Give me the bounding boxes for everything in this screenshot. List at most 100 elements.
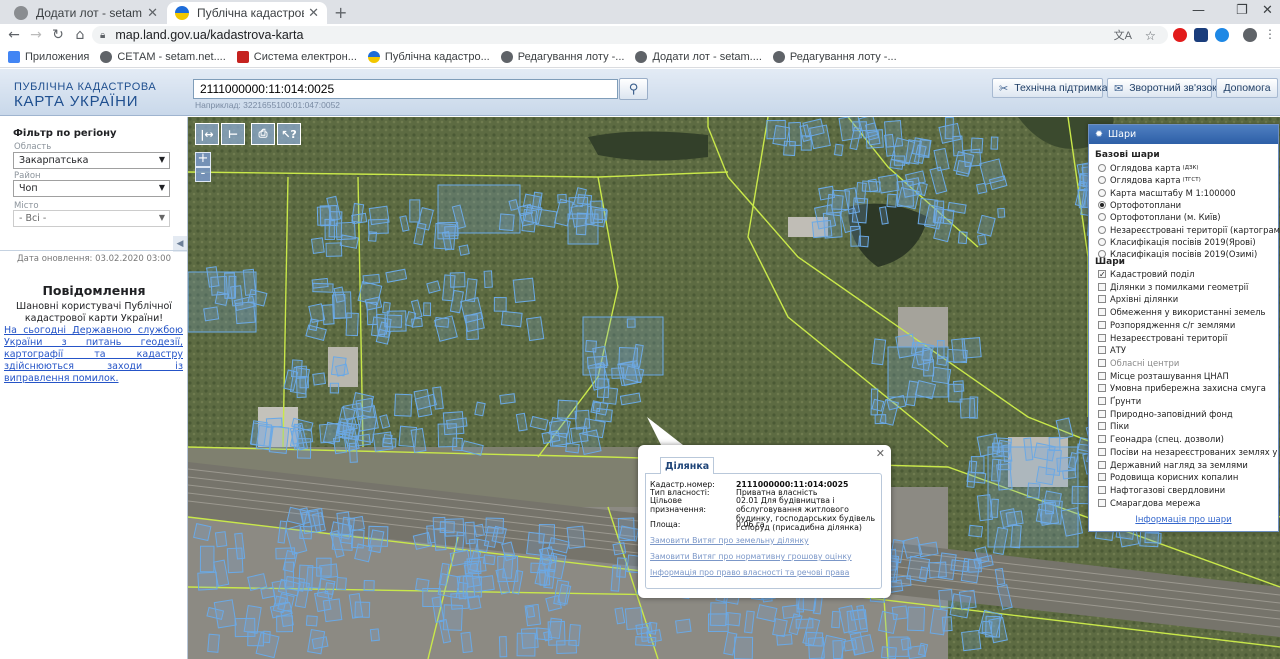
- opera-extension-icon[interactable]: [1173, 28, 1187, 42]
- parcel[interactable]: [557, 399, 578, 420]
- parcel[interactable]: [858, 235, 870, 248]
- parcel[interactable]: [880, 646, 897, 659]
- parcel[interactable]: [462, 575, 482, 598]
- parcel[interactable]: [409, 199, 421, 223]
- parcel[interactable]: [314, 590, 332, 613]
- parcel[interactable]: [961, 336, 982, 359]
- checkbox[interactable]: [1098, 384, 1106, 393]
- checkbox[interactable]: [1098, 308, 1106, 317]
- overlay-layer-17[interactable]: Нафтогазові свердловини: [1098, 485, 1225, 495]
- parcel[interactable]: [961, 629, 982, 652]
- parcel[interactable]: [981, 620, 993, 634]
- bookmark-edit-lot-2[interactable]: Редагування лоту -...: [772, 50, 897, 63]
- base-layer-6[interactable]: Класифікація посівів 2019(Ярові): [1098, 237, 1256, 247]
- parcel[interactable]: [950, 559, 970, 573]
- parcel[interactable]: [952, 380, 965, 393]
- parcel[interactable]: [893, 155, 906, 166]
- forward-icon[interactable]: →: [25, 27, 47, 43]
- close-icon[interactable]: ✕: [876, 447, 885, 460]
- parcel[interactable]: [332, 436, 348, 455]
- parcel[interactable]: [333, 291, 352, 319]
- district-select[interactable]: Чоп ▼: [13, 180, 170, 197]
- parcel[interactable]: [635, 622, 653, 635]
- tech-support-button[interactable]: ✂ Технічна підтримка: [992, 78, 1108, 98]
- parcel[interactable]: [415, 578, 430, 592]
- checkbox[interactable]: [1098, 422, 1106, 431]
- parcel[interactable]: [500, 310, 523, 328]
- radio-button[interactable]: [1098, 176, 1106, 185]
- parcel[interactable]: [568, 623, 581, 647]
- overlay-layer-10[interactable]: Ґрунти: [1098, 396, 1141, 406]
- close-tab-icon[interactable]: ✕: [147, 5, 158, 21]
- parcel[interactable]: [197, 571, 218, 591]
- parcel[interactable]: [493, 296, 507, 312]
- parcel[interactable]: [574, 409, 591, 430]
- checkbox[interactable]: [1098, 473, 1106, 482]
- parcel[interactable]: [342, 402, 364, 420]
- checkbox[interactable]: [1098, 397, 1106, 405]
- parcel[interactable]: [772, 618, 788, 638]
- bookmark-system[interactable]: Система електрон...: [236, 50, 357, 63]
- radio-button[interactable]: [1098, 200, 1106, 209]
- parcel[interactable]: [449, 272, 466, 288]
- parcel[interactable]: [707, 613, 729, 633]
- parcel[interactable]: [312, 282, 334, 293]
- parcel[interactable]: [725, 611, 741, 627]
- overlay-layer-15[interactable]: Державний нагляд за землями: [1098, 460, 1248, 470]
- parcel[interactable]: [612, 542, 627, 556]
- overlay-layer-7[interactable]: Обласні центри: [1098, 358, 1179, 368]
- parcel[interactable]: [363, 579, 375, 592]
- parcel[interactable]: [871, 398, 885, 412]
- parcel[interactable]: [610, 565, 622, 592]
- parcel[interactable]: [370, 316, 392, 338]
- parcel[interactable]: [987, 446, 1079, 548]
- parcel[interactable]: [312, 372, 326, 386]
- parcel[interactable]: [299, 525, 313, 540]
- bookmark-apps[interactable]: Приложения: [8, 50, 89, 63]
- parcel[interactable]: [957, 231, 968, 245]
- home-icon[interactable]: ⌂: [69, 27, 91, 43]
- checkbox[interactable]: [1098, 333, 1106, 342]
- radio-button[interactable]: [1098, 164, 1106, 172]
- radio-button[interactable]: [1098, 188, 1106, 197]
- parcel[interactable]: [582, 316, 664, 376]
- parcel[interactable]: [850, 634, 875, 656]
- parcel[interactable]: [938, 589, 954, 609]
- parcel[interactable]: [412, 531, 433, 550]
- parcel[interactable]: [330, 356, 347, 377]
- chart-extension-icon[interactable]: [1194, 28, 1208, 42]
- parcel[interactable]: [832, 639, 844, 659]
- base-layer-3[interactable]: Ортофотоплани: [1098, 200, 1181, 210]
- print-icon[interactable]: ⎙: [251, 123, 275, 145]
- parcel[interactable]: [213, 599, 237, 629]
- parcel[interactable]: [967, 558, 982, 573]
- parcel[interactable]: [497, 555, 519, 583]
- overlay-layer-0[interactable]: ✓ Кадастровий поділ: [1098, 269, 1194, 279]
- checkbox[interactable]: [1098, 460, 1106, 469]
- bookmark-setam[interactable]: СЕТАМ - setam.net....: [100, 50, 226, 63]
- parcel[interactable]: [918, 541, 939, 558]
- parcel[interactable]: [1144, 532, 1162, 544]
- overlay-layer-9[interactable]: Умовна прибережна захисна смуга: [1098, 383, 1266, 393]
- parcel[interactable]: [188, 271, 257, 333]
- base-layer-0[interactable]: Оглядова карта (ДЗК): [1098, 163, 1199, 173]
- parcel[interactable]: [368, 205, 390, 226]
- ownership-info-link[interactable]: Інформація про право власності та речові…: [650, 568, 849, 577]
- address-bar[interactable]: 🔒︎ map.land.gov.ua/kadastrova-karta 文A ☆: [92, 26, 1168, 44]
- parcel[interactable]: [316, 557, 332, 577]
- parcel[interactable]: [635, 636, 657, 647]
- parcel[interactable]: [265, 417, 283, 428]
- parcel[interactable]: [483, 270, 493, 289]
- parcel[interactable]: [938, 122, 962, 144]
- parcel[interactable]: [382, 437, 397, 448]
- parcel[interactable]: [538, 570, 551, 586]
- overlay-layer-2[interactable]: Архівні ділянки: [1098, 294, 1178, 304]
- parcel[interactable]: [234, 617, 256, 638]
- checkbox[interactable]: [1098, 282, 1106, 291]
- parcel[interactable]: [592, 401, 602, 413]
- notice-link[interactable]: На сьогодні Державною службою України з …: [4, 325, 183, 385]
- base-layer-5[interactable]: Незареєстровані території (картограма): [1098, 225, 1280, 235]
- bookmark-edit-lot[interactable]: Редагування лоту -...: [500, 50, 624, 63]
- bookmark-star-icon[interactable]: ☆: [1145, 28, 1156, 43]
- parcel[interactable]: [878, 173, 900, 194]
